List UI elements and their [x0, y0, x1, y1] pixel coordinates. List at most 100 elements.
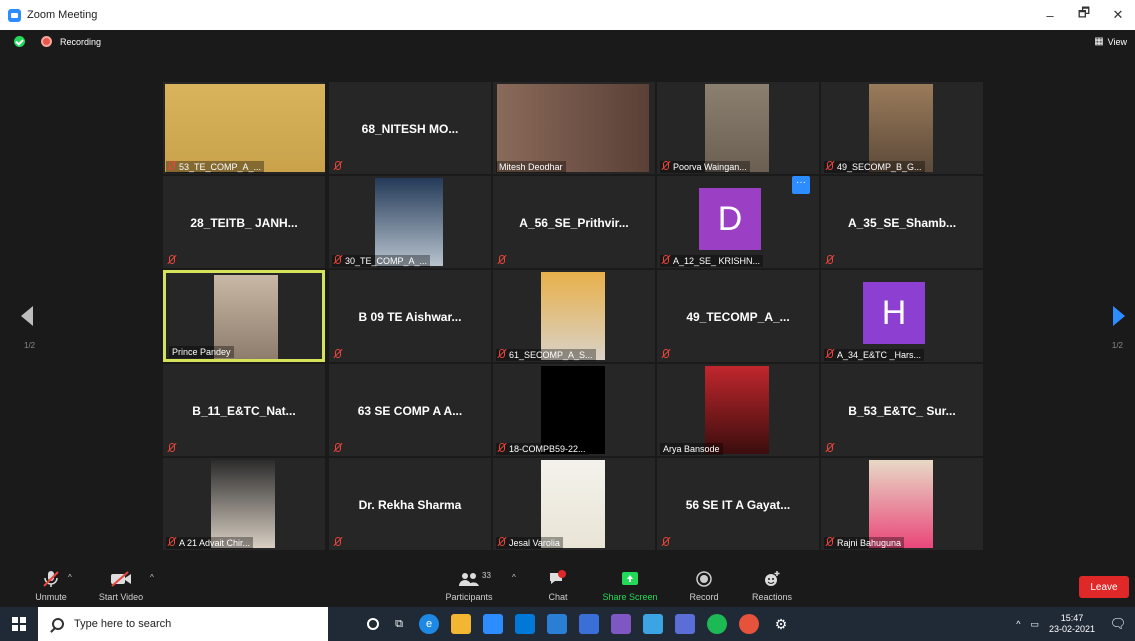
chat-icon: [543, 569, 573, 589]
paint-icon[interactable]: [611, 614, 631, 634]
participant-video-feed: [211, 460, 275, 548]
participant-video-feed: [705, 84, 769, 172]
participant-name-label: 30_TE_COMP_A_...: [332, 255, 431, 267]
task-view-icon[interactable]: ⧉: [389, 614, 409, 634]
discord-icon[interactable]: [675, 614, 695, 634]
participant-tile[interactable]: Rajni Bahuguna: [821, 458, 983, 550]
tray-caret-icon[interactable]: ^: [1016, 619, 1020, 629]
zoom-logo-icon: [8, 8, 21, 22]
start-video-button[interactable]: Start Video: [88, 569, 154, 607]
participant-tile[interactable]: 53_TE_COMP_A_...: [163, 82, 325, 174]
leave-button[interactable]: Leave: [1079, 576, 1129, 598]
minimize-button[interactable]: –: [1033, 0, 1067, 30]
notification-center-icon[interactable]: 🗨: [1109, 614, 1127, 634]
participant-tile[interactable]: Mitesh Deodhar: [493, 82, 655, 174]
participant-tile[interactable]: A 21 Advait Chir...: [163, 458, 325, 550]
unmute-button[interactable]: Unmute: [18, 569, 84, 607]
reactions-label: Reactions: [751, 592, 793, 602]
taskbar-search-box[interactable]: Type here to search: [38, 607, 328, 641]
participant-name-label: Arya Bansode: [660, 443, 723, 455]
participant-tile[interactable]: 63 SE COMP A A...: [329, 364, 491, 456]
participant-tile[interactable]: A_56_SE_Prithvir...: [493, 176, 655, 268]
participant-tile[interactable]: Arya Bansode: [657, 364, 819, 456]
store-icon[interactable]: [515, 614, 535, 634]
start-video-label: Start Video: [98, 592, 144, 602]
participant-tile[interactable]: Jesal Varolia: [493, 458, 655, 550]
participant-tile[interactable]: 56 SE IT A Gayat...: [657, 458, 819, 550]
spotify-icon[interactable]: [707, 614, 727, 634]
participant-display-name: Dr. Rekha Sharma: [358, 498, 462, 512]
participant-tile[interactable]: Poorva Waingan...: [657, 82, 819, 174]
network-icon[interactable]: ▭: [1030, 619, 1039, 630]
participant-tile[interactable]: B 09 TE Aishwar...: [329, 270, 491, 362]
chrome-icon[interactable]: [739, 614, 759, 634]
recording-icon[interactable]: [41, 36, 52, 47]
participant-display-name: B_53_E&TC_ Sur...: [848, 404, 956, 418]
zoom-app-icon[interactable]: [483, 614, 503, 634]
photos-icon[interactable]: [579, 614, 599, 634]
clock-date: 23-02-2021: [1048, 624, 1095, 634]
participant-name-label: Mitesh Deodhar: [496, 161, 566, 173]
participant-name-label: A_34_E&TC _Hars...: [824, 349, 925, 361]
participant-tile[interactable]: H A_34_E&TC _Hars...: [821, 270, 983, 362]
file-explorer-icon[interactable]: [451, 614, 471, 634]
participant-display-name: B_11_E&TC_Nat...: [192, 404, 296, 418]
participant-tile[interactable]: A_35_SE_Shamb...: [821, 176, 983, 268]
participant-display-name: A_35_SE_Shamb...: [847, 216, 957, 230]
video-options-caret-icon[interactable]: ^: [150, 573, 154, 582]
close-button[interactable]: ✕: [1101, 0, 1135, 30]
mail-icon[interactable]: [547, 614, 567, 634]
next-page-arrow-icon[interactable]: [1113, 306, 1125, 326]
chat-button[interactable]: Chat: [525, 569, 591, 607]
participant-tile[interactable]: 30_TE_COMP_A_...: [329, 176, 491, 268]
participant-tile[interactable]: B_11_E&TC_Nat...: [163, 364, 325, 456]
participant-tile[interactable]: Prince Pandey: [163, 270, 325, 362]
participants-icon: 33: [454, 569, 491, 589]
cortana-icon[interactable]: [367, 618, 379, 630]
reactions-button[interactable]: Reactions: [739, 569, 805, 607]
participant-tile[interactable]: D A_12_SE_ KRISHN... ···: [657, 176, 819, 268]
participants-caret-icon[interactable]: ^: [512, 573, 516, 582]
participant-tile[interactable]: B_53_E&TC_ Sur...: [821, 364, 983, 456]
meeting-status-bar: Recording: [14, 36, 101, 47]
participant-tile[interactable]: 49_TECOMP_A_...: [657, 270, 819, 362]
settings-gear-icon[interactable]: ⚙: [771, 614, 791, 634]
window-title: Zoom Meeting: [27, 9, 98, 21]
record-icon: [689, 569, 719, 589]
record-button[interactable]: Record: [671, 569, 737, 607]
participant-tile[interactable]: 18-COMPB59-22...: [493, 364, 655, 456]
participants-button[interactable]: 33 Participants: [436, 569, 502, 607]
share-screen-button[interactable]: Share Screen: [597, 569, 663, 607]
participant-tile[interactable]: 61_SECOMP_A_S...: [493, 270, 655, 362]
participant-tile[interactable]: Dr. Rekha Sharma: [329, 458, 491, 550]
participant-tile[interactable]: 49_SECOMP_B_G...: [821, 82, 983, 174]
restore-button[interactable]: 🗗: [1067, 0, 1101, 30]
participant-video-feed: [497, 84, 649, 172]
participant-display-name: 49_TECOMP_A_...: [686, 310, 790, 324]
reactions-icon: [757, 569, 787, 589]
video-off-icon: [106, 569, 136, 589]
tile-more-options-button[interactable]: ···: [792, 176, 810, 194]
participant-video-feed: [375, 178, 443, 266]
security-shield-icon[interactable]: [14, 36, 25, 47]
search-icon: [52, 618, 64, 630]
audio-options-caret-icon[interactable]: ^: [68, 573, 72, 582]
meeting-toolbar: Unmute ^ Start Video ^ 33 Participants ^…: [0, 567, 1135, 607]
participant-tile[interactable]: 28_TEITB_ JANH...: [163, 176, 325, 268]
muted-mic-icon: [663, 255, 669, 264]
share-screen-label: Share Screen: [602, 592, 658, 602]
participant-video-feed: [541, 272, 605, 360]
participant-display-name: 28_TEITB_ JANH...: [190, 216, 298, 230]
participant-name-label: A 21 Advait Chir...: [166, 537, 254, 549]
muted-mic-icon: [335, 349, 341, 358]
start-button[interactable]: [0, 607, 38, 641]
muted-mic-icon: [499, 537, 505, 546]
muted-mic-icon: [663, 349, 669, 358]
vscode-icon[interactable]: [643, 614, 663, 634]
clock[interactable]: 15:47 23-02-2021: [1049, 613, 1095, 635]
participant-tile[interactable]: 68_NITESH MO...: [329, 82, 491, 174]
edge-browser-icon[interactable]: e: [419, 614, 439, 634]
previous-page-arrow-icon[interactable]: [21, 306, 33, 326]
muted-mic-icon: [499, 255, 505, 264]
view-button[interactable]: ▦ View: [1094, 36, 1127, 47]
